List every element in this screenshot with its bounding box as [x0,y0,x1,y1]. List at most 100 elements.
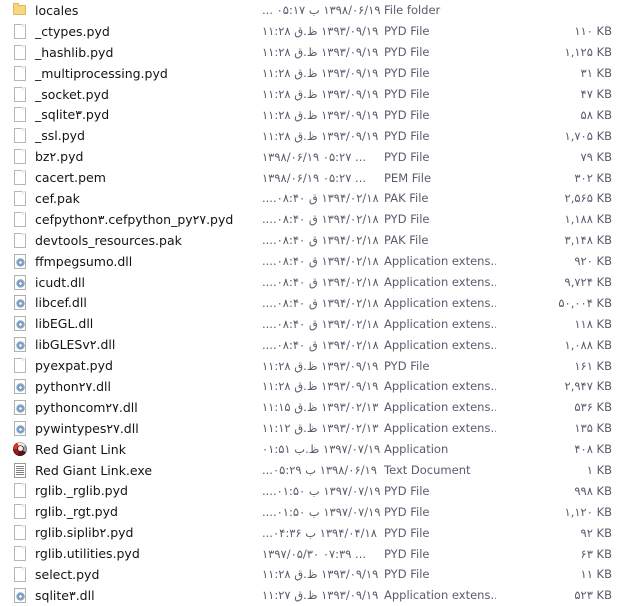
date-modified-cell: ۱۳۹۷/۰۷/۱۹ ب ۰۱:۵۰.... [262,483,381,498]
file-name-cell[interactable]: python۲۷.dll [0,378,262,395]
table-row[interactable]: _sqlite۳.pyd ۱۳۹۳/۰۹/۱۹ ظ.ق ۱۱:۲۸ PYD File… [0,104,634,125]
file-name-label: cefpython۳.cefpython_py۲۷.pyd [35,211,234,227]
file-type-cell: Application extens... [384,316,496,331]
date-modified-cell: ۱۳۹۳/۰۹/۱۹ ظ.ق ۱۱:۲۸ [262,87,379,101]
file-name-cell[interactable]: cefpython۳.cefpython_py۲۷.pyd [0,211,262,228]
file-name-cell[interactable]: pythoncom۲۷.dll [0,399,262,416]
date-modified-cell: ۱۳۹۴/۰۲/۱۸ ق ۰۸:۴۰.... [262,191,379,206]
file-name-cell[interactable]: cacert.pem [0,169,262,186]
table-row[interactable]: rglib.siplib۲.pyd ۱۳۹۴/۰۴/۱۸ ب ۰۴:۳۶... PY… [0,522,634,543]
date-modified-cell: ۱۳۹۷/۰۷/۱۹ ب ۰۱:۵۰.... [262,504,381,519]
file-name-cell[interactable]: rglib._rgt.pyd [0,503,262,520]
file-name-cell[interactable]: bz۲.pyd [0,148,262,165]
file-name-cell[interactable]: rglib.siplib۲.pyd [0,524,262,541]
file-name-cell[interactable]: pywintypes۲۷.dll [0,420,262,437]
file-name-cell[interactable]: icudt.dll [0,274,262,291]
file-type-cell: PAK File [384,233,429,248]
file-name-cell[interactable]: Red Giant Link [0,441,262,458]
table-row[interactable]: Red Giant Link ۱۳۹۷/۰۷/۱۹ ظ.ب ۰۱:۵۱ Applic… [0,439,634,460]
file-type-cell: PYD File [384,87,430,101]
file-size-cell: ۳۱ KB [580,66,612,81]
file-name-cell[interactable]: sqlite۳.dll [0,587,262,604]
file-size-cell: ۵۲۳ KB [574,588,612,603]
table-row[interactable]: _multiprocessing.pyd ۱۳۹۳/۰۹/۱۹ ظ.ق ۱۱:۲۸… [0,63,634,84]
file-name-cell[interactable]: rglib._rglib.pyd [0,482,262,499]
date-modified-cell: ۱۳۹۸/۰۶/۱۹ ۰۵:۲۷ ... [262,170,367,185]
table-row[interactable]: pyexpat.pyd ۱۳۹۳/۰۹/۱۹ ظ.ق ۱۱:۲۸ PYD File ۱… [0,355,634,376]
file-type-cell: PYD File [384,525,430,540]
date-modified-cell: ۱۳۹۴/۰۲/۱۸ ق ۰۸:۴۰.... [262,233,379,248]
file-name-cell[interactable]: cef.pak [0,190,262,207]
file-name-cell[interactable]: _socket.pyd [0,86,262,103]
table-row[interactable]: libEGL.dll ۱۳۹۴/۰۲/۱۸ ق ۰۸:۴۰.... Applicat… [0,313,634,334]
table-row[interactable]: libcef.dll ۱۳۹۴/۰۲/۱۸ ق ۰۸:۴۰.... Applicat… [0,292,634,313]
file-size-cell: ۱ KB [586,463,612,478]
file-size-cell: ۷۹ KB [580,149,612,164]
table-row[interactable]: rglib.utilities.pyd ۱۳۹۷/۰۵/۳۰ ۰۷:۳۹ ... P… [0,543,634,564]
table-row[interactable]: pythoncom۲۷.dll ۱۳۹۳/۰۲/۱۳ ظ.ق ۱۱:۱۵ Appli… [0,397,634,418]
dll-icon [12,420,28,437]
table-row[interactable]: cef.pak ۱۳۹۴/۰۲/۱۸ ق ۰۸:۴۰.... PAK File ۲,۵… [0,188,634,209]
file-name-label: locales [35,2,79,18]
file-size-cell: ۱۶۱ KB [574,358,612,373]
file-name-cell[interactable]: rglib.utilities.pyd [0,545,262,562]
table-row[interactable]: _hashlib.pyd ۱۳۹۳/۰۹/۱۹ ظ.ق ۱۱:۲۸ PYD File… [0,42,634,63]
date-modified-cell: ۱۳۹۴/۰۲/۱۸ ق ۰۸:۴۰.... [262,337,379,352]
table-row[interactable]: rglib._rgt.pyd ۱۳۹۷/۰۷/۱۹ ب ۰۱:۵۰.... PYD … [0,501,634,522]
table-row[interactable]: devtools_resources.pak ۱۳۹۴/۰۲/۱۸ ق ۰۸:۴۰… [0,230,634,251]
page-icon [12,566,28,583]
file-name-cell[interactable]: Red Giant Link.exe [0,462,262,479]
table-row[interactable]: _socket.pyd ۱۳۹۳/۰۹/۱۹ ظ.ق ۱۱:۲۸ PYD File ۴… [0,84,634,105]
dll-icon [12,253,28,270]
file-type-cell: PYD File [384,358,430,373]
file-size-cell: ۴۰۸ KB [574,442,612,457]
table-row[interactable]: libGLESv۲.dll ۱۳۹۴/۰۲/۱۸ ق ۰۸:۴۰.... Appli… [0,334,634,355]
file-name-cell[interactable]: _multiprocessing.pyd [0,65,262,82]
file-size-cell: ۹,۷۲۴ KB [564,275,612,290]
file-size-cell: ۵۰,۰۰۴ KB [558,295,612,310]
file-name-label: _hashlib.pyd [35,44,114,60]
page-icon [12,148,28,165]
file-type-cell: PYD File [384,504,430,519]
file-name-cell[interactable]: _ssl.pyd [0,127,262,144]
file-type-cell: PYD File [384,546,430,561]
table-row[interactable]: ffmpegsumo.dll ۱۳۹۴/۰۲/۱۸ ق ۰۸:۴۰.... Appl… [0,251,634,272]
file-type-cell: PYD File [384,212,430,227]
file-name-cell[interactable]: locales [0,2,262,19]
table-row[interactable]: pywintypes۲۷.dll ۱۳۹۳/۰۲/۱۳ ظ.ق ۱۱:۱۲ Appl… [0,418,634,439]
file-name-label: libGLESv۲.dll [35,337,116,353]
file-name-cell[interactable]: libcef.dll [0,294,262,311]
table-row[interactable]: icudt.dll ۱۳۹۴/۰۲/۱۸ ق ۰۸:۴۰.... Applicati… [0,272,634,293]
file-name-label: devtools_resources.pak [35,232,182,248]
table-row[interactable]: rglib._rglib.pyd ۱۳۹۷/۰۷/۱۹ ب ۰۱:۵۰.... PY… [0,480,634,501]
table-row[interactable]: _ctypes.pyd ۱۳۹۳/۰۹/۱۹ ظ.ق ۱۱:۲۸ PYD File ۱… [0,21,634,42]
table-row[interactable]: python۲۷.dll ۱۳۹۳/۰۹/۱۹ ظ.ق ۱۱:۲۸ Applicat… [0,376,634,397]
file-list[interactable]: locales ۱۳۹۸/۰۶/۱۹ ب ۰۵:۱۷ ... File folder… [0,0,634,605]
table-row[interactable]: locales ۱۳۹۸/۰۶/۱۹ ب ۰۵:۱۷ ... File folder [0,0,634,21]
file-name-label: ffmpegsumo.dll [35,253,133,269]
table-row[interactable]: cacert.pem ۱۳۹۸/۰۶/۱۹ ۰۵:۲۷ ... PEM File ۳۰… [0,167,634,188]
date-modified-cell: ۱۳۹۴/۰۲/۱۸ ق ۰۸:۴۰.... [262,212,379,227]
table-row[interactable]: cefpython۳.cefpython_py۲۷.pyd ۱۳۹۴/۰۲/۱۸ … [0,209,634,230]
file-name-label: pywintypes۲۷.dll [35,420,139,436]
table-row[interactable]: _ssl.pyd ۱۳۹۳/۰۹/۱۹ ظ.ق ۱۱:۲۸ PYD File ۱,۷۰… [0,125,634,146]
file-name-label: _sqlite۳.pyd [35,107,110,123]
table-row[interactable]: sqlite۳.dll ۱۳۹۳/۰۹/۱۹ ظ.ق ۱۱:۲۷ Applicati… [0,585,634,606]
table-row[interactable]: bz۲.pyd ۱۳۹۸/۰۶/۱۹ ۰۵:۲۷ ... PYD File ۷۹ KB [0,146,634,167]
table-row[interactable]: select.pyd ۱۳۹۳/۰۹/۱۹ ظ.ق ۱۱:۲۸ PYD File ۱۱… [0,564,634,585]
file-name-cell[interactable]: pyexpat.pyd [0,357,262,374]
file-name-cell[interactable]: libGLESv۲.dll [0,336,262,353]
dll-icon [12,399,28,416]
file-name-cell[interactable]: _hashlib.pyd [0,44,262,61]
file-name-label: pyexpat.pyd [35,358,113,374]
file-name-cell[interactable]: devtools_resources.pak [0,232,262,249]
file-name-cell[interactable]: _ctypes.pyd [0,23,262,40]
file-size-cell: ۶۳ KB [580,546,612,561]
date-modified-cell: ۱۳۹۴/۰۲/۱۸ ق ۰۸:۴۰.... [262,295,379,310]
file-name-cell[interactable]: select.pyd [0,566,262,583]
table-row[interactable]: Red Giant Link.exe ۱۳۹۸/۰۶/۱۹ ب ۰۵:۲۹... T… [0,460,634,481]
file-size-cell: ۱,۱۲۰ KB [564,504,612,519]
file-name-cell[interactable]: _sqlite۳.pyd [0,106,262,123]
file-name-cell[interactable]: libEGL.dll [0,315,262,332]
file-name-cell[interactable]: ffmpegsumo.dll [0,253,262,270]
